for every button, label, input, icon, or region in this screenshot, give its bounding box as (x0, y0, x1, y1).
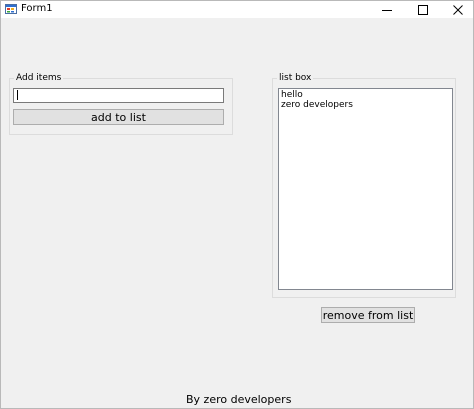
minimize-button[interactable] (371, 1, 403, 18)
maximize-icon (418, 4, 428, 15)
add-to-list-button[interactable]: add to list (13, 109, 224, 125)
window-title: Form1 (21, 3, 53, 14)
add-items-groupbox: Add items add to list (9, 73, 233, 135)
item-input-wrapper (13, 88, 224, 103)
remove-from-list-button[interactable]: remove from list (321, 307, 415, 323)
maximize-button[interactable] (407, 1, 439, 18)
list-box-group-label: list box (277, 73, 314, 84)
list-item[interactable]: zero developers (281, 100, 450, 110)
list-item[interactable]: hello (281, 90, 450, 100)
close-icon (453, 4, 463, 15)
minimize-icon (382, 9, 392, 11)
footer-credit-label: By zero developers (186, 393, 292, 406)
text-caret (17, 90, 18, 100)
item-input[interactable] (13, 88, 224, 103)
winforms-app-icon (5, 4, 17, 14)
close-button[interactable] (442, 1, 473, 18)
items-listbox[interactable]: hello zero developers (278, 88, 453, 290)
add-items-group-label: Add items (14, 73, 64, 84)
title-bar[interactable]: Form1 (1, 1, 473, 18)
list-box-groupbox: list box hello zero developers (272, 73, 456, 298)
form-window: Form1 Add items add to list list box hel… (0, 0, 474, 409)
